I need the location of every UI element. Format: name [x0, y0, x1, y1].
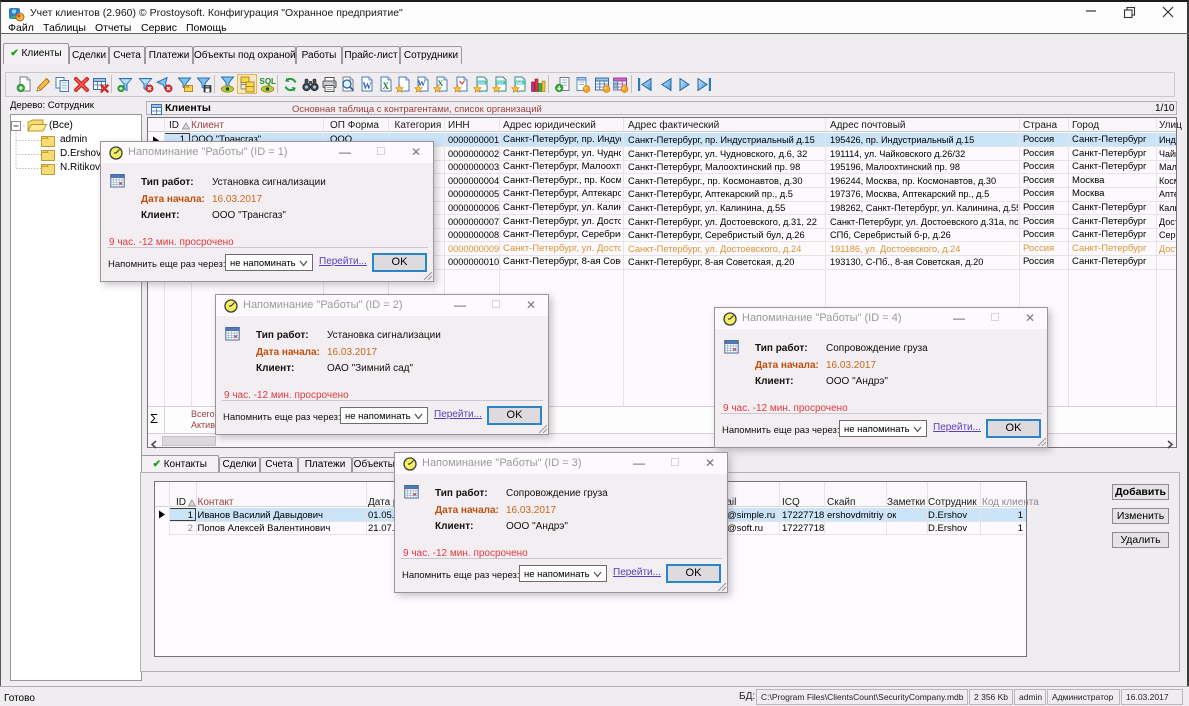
svg-text:SQL: SQL [259, 77, 276, 86]
svg-text:CSV: CSV [477, 81, 485, 85]
svg-text:X: X [382, 81, 389, 91]
svg-text:W: W [362, 81, 371, 91]
svg-text:TXT: TXT [497, 81, 505, 85]
svg-text:XML: XML [516, 81, 524, 85]
